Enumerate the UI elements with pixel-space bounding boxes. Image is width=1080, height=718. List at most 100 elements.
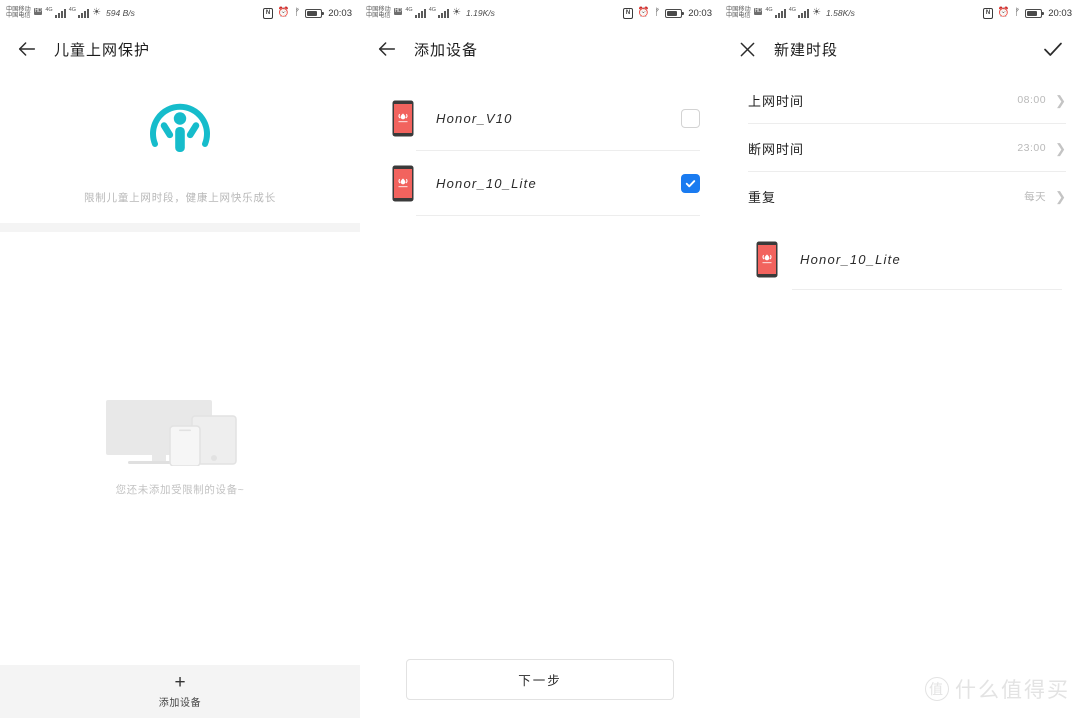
status-bar: 中国移动 中国电信 HD 4G 4G ☀ 594 B/s N ⏰ ᚠ 20:03 (0, 0, 360, 26)
page-title: 儿童上网保护 (54, 41, 151, 59)
clock: 20:03 (328, 7, 352, 19)
setting-value: 23:00 (1017, 142, 1047, 154)
network-tag-1: 4G (405, 6, 413, 13)
wifi-icon: ☀ (92, 7, 102, 18)
carrier-names: 中国移动 中国电信 (6, 6, 31, 20)
network-speed: 594 B/s (106, 8, 135, 18)
page-title: 添加设备 (414, 41, 479, 59)
app-bar-panel1: 儿童上网保护 (0, 26, 360, 72)
device-checkbox[interactable] (681, 174, 700, 193)
carrier-bottom: 中国电信 (726, 12, 751, 19)
device-name: Honor_10_Lite (800, 251, 901, 267)
plus-icon: + (174, 672, 186, 693)
battery-icon (305, 8, 325, 18)
network-tag-2: 4G (428, 6, 437, 13)
setting-value: 08:00 (1017, 94, 1047, 106)
chevron-right-icon: ❯ (1055, 92, 1066, 108)
battery-icon (665, 8, 685, 18)
device-name: Honor_10_Lite (436, 176, 537, 191)
network-tag-2: 4G (68, 6, 77, 13)
list-item[interactable]: Honor_10_Lite (720, 228, 1080, 290)
status-bar-right: N ⏰ ᚠ 20:03 (623, 7, 712, 19)
app-bar-panel3: 新建时段 (720, 26, 1080, 72)
next-step-button[interactable]: 下一步 (406, 659, 674, 700)
carrier-names: 中国移动 中国电信 (366, 6, 391, 20)
devices-illustration (100, 398, 260, 467)
nfc-icon: N (263, 7, 273, 19)
panel-child-protection: 中国移动 中国电信 HD 4G 4G ☀ 594 B/s N ⏰ ᚠ 20:03 (0, 0, 360, 718)
huawei-phone-icon (756, 241, 778, 278)
setting-row-repeat[interactable]: 重复 每天 ❯ (720, 172, 1080, 220)
empty-state-text: 您还未添加受限制的设备~ (115, 484, 245, 496)
chevron-right-icon: ❯ (1055, 188, 1066, 204)
status-bar-right: N ⏰ ᚠ 20:03 (263, 7, 352, 19)
status-bar-left: 中国移动 中国电信 HD 4G 4G ☀ 1.58K/s (726, 6, 855, 20)
signal-icon-1 (774, 8, 786, 18)
hero-subtitle: 限制儿童上网时段，健康上网快乐成长 (83, 192, 277, 204)
nfc-icon: N (623, 7, 633, 19)
network-speed: 1.58K/s (826, 8, 855, 18)
app-bar-panel2: 添加设备 (360, 26, 720, 72)
huawei-phone-icon (392, 100, 414, 137)
bluetooth-icon: ᚠ (294, 7, 301, 18)
back-arrow-icon[interactable] (374, 36, 400, 62)
watermark-badge: 值 (925, 677, 949, 701)
device-checkbox[interactable] (681, 109, 700, 128)
section-divider-band (0, 223, 360, 232)
hd-badge: HD (33, 7, 43, 15)
status-bar-left: 中国移动 中国电信 HD 4G 4G ☀ 1.19K/s (366, 6, 495, 20)
battery-icon (1025, 8, 1045, 18)
setting-row-start-time[interactable]: 上网时间 08:00 ❯ (720, 76, 1080, 124)
network-tag-2: 4G (788, 6, 797, 13)
chevron-right-icon: ❯ (1055, 140, 1066, 156)
signal-icon-2 (798, 8, 810, 18)
setting-label: 重复 (748, 189, 777, 205)
schedule-settings-list: 上网时间 08:00 ❯ 断网时间 23:00 ❯ 重复 每天 ❯ (720, 76, 1080, 220)
add-device-label: 添加设备 (158, 698, 202, 709)
add-device-button[interactable]: + 添加设备 (0, 665, 360, 718)
carrier-names: 中国移动 中国电信 (726, 6, 751, 20)
clock: 20:03 (688, 7, 712, 19)
setting-label: 断网时间 (748, 141, 805, 157)
network-speed: 1.19K/s (466, 8, 495, 18)
wifi-icon: ☀ (812, 7, 822, 18)
panel-add-device: 中国移动 中国电信 HD 4G 4G ☀ 1.19K/s N ⏰ ᚠ 20:03 (360, 0, 720, 718)
huawei-phone-icon (392, 165, 414, 202)
panel-new-schedule: 中国移动 中国电信 HD 4G 4G ☀ 1.58K/s N ⏰ ᚠ 20:03 (720, 0, 1080, 718)
watermark-text: 什么值得买 (955, 679, 1070, 702)
setting-row-end-time[interactable]: 断网时间 23:00 ❯ (720, 124, 1080, 172)
check-icon[interactable] (1040, 36, 1066, 62)
setting-label: 上网时间 (748, 93, 805, 109)
signal-icon-2 (438, 8, 450, 18)
clock: 20:03 (1048, 7, 1072, 19)
child-protection-icon (143, 94, 217, 168)
bluetooth-icon: ᚠ (654, 7, 661, 18)
signal-icon-1 (54, 8, 66, 18)
back-arrow-icon[interactable] (14, 36, 40, 62)
page-title: 新建时段 (774, 41, 839, 59)
empty-state: 您还未添加受限制的设备~ (0, 398, 360, 497)
nfc-icon: N (983, 7, 993, 19)
row-divider (416, 215, 700, 216)
device-list: Honor_V10 Honor_10_Lite (360, 86, 720, 216)
close-icon[interactable] (734, 36, 760, 62)
hd-badge: HD (753, 7, 763, 15)
signal-icon-1 (414, 8, 426, 18)
status-bar-right: N ⏰ ᚠ 20:03 (983, 7, 1072, 19)
row-divider (792, 289, 1062, 290)
carrier-bottom: 中国电信 (6, 12, 31, 19)
next-step-label: 下一步 (518, 674, 562, 688)
status-bar-left: 中国移动 中国电信 HD 4G 4G ☀ 594 B/s (6, 6, 135, 20)
list-item[interactable]: Honor_V10 (360, 86, 720, 151)
setting-value: 每天 (1024, 190, 1047, 203)
three-panel-screenshot: 中国移动 中国电信 HD 4G 4G ☀ 594 B/s N ⏰ ᚠ 20:03 (0, 0, 1080, 718)
signal-icon-2 (78, 8, 90, 18)
list-item[interactable]: Honor_10_Lite (360, 151, 720, 216)
watermark: 值 什么值得买 (925, 674, 1070, 704)
hero-section: 限制儿童上网时段，健康上网快乐成长 (0, 72, 360, 205)
alarm-icon: ⏰ (997, 7, 1010, 18)
hd-badge: HD (393, 7, 403, 15)
carrier-bottom: 中国电信 (366, 12, 391, 19)
alarm-icon: ⏰ (637, 7, 650, 18)
network-tag-1: 4G (45, 6, 53, 13)
